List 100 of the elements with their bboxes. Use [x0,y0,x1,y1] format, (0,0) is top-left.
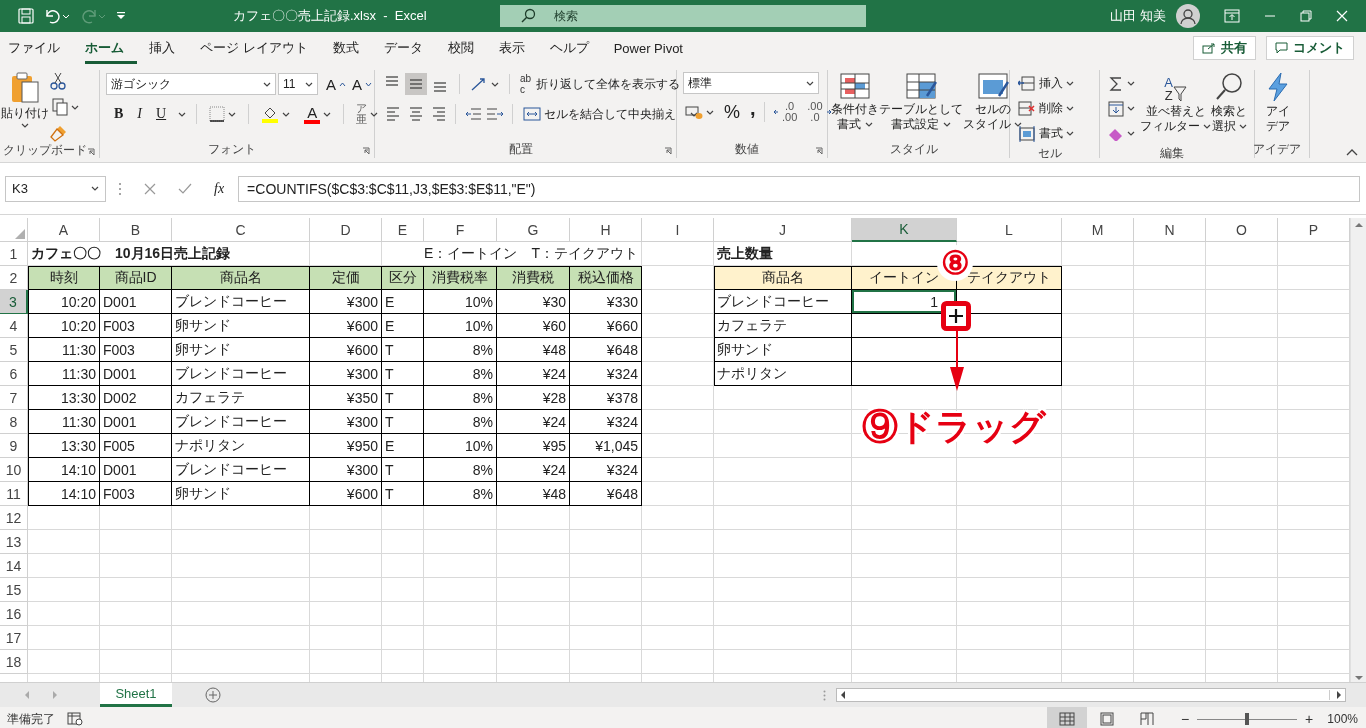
scroll-right-icon[interactable] [1336,691,1342,699]
italic-button[interactable]: I [135,103,144,125]
font-color-button[interactable]: A [302,103,334,125]
zoom-slider-thumb[interactable] [1245,712,1250,725]
launcher-icon[interactable] [664,147,672,155]
decrease-font-button[interactable]: A [350,73,375,95]
split-handle-icon[interactable] [823,689,826,701]
column-header[interactable]: L [957,218,1062,242]
align-button[interactable] [405,73,427,95]
cut-icon[interactable] [50,72,66,90]
zoom-in-button[interactable]: + [1305,711,1314,727]
avatar-icon[interactable] [1176,4,1200,28]
phonetic-button[interactable]: ア 亜 [354,103,381,125]
increase-indent-icon[interactable] [486,105,504,123]
row-number[interactable]: 5 [0,338,28,362]
column-header[interactable]: O [1206,218,1278,242]
menu-tab[interactable]: 校閲 [447,32,487,64]
row-number[interactable]: 15 [0,578,28,602]
number-format-field[interactable]: 標準 [683,72,819,94]
font-name-field[interactable]: 游ゴシック [106,73,276,95]
macro-record-icon[interactable] [67,712,83,726]
scroll-up-icon[interactable] [1354,222,1363,228]
ribbon-display-icon[interactable] [1224,9,1240,23]
restore-icon[interactable] [1300,10,1312,22]
percent-button[interactable]: % [722,101,742,123]
column-header[interactable]: G [497,218,570,242]
collapse-icon[interactable] [1346,149,1358,156]
underline-button[interactable]: U [154,103,169,125]
row-number[interactable]: 14 [0,554,28,578]
row-number[interactable]: 11 [0,482,28,506]
enter-icon[interactable] [178,182,192,195]
column-header[interactable]: A [28,218,100,242]
row-number[interactable]: 7 [0,386,28,410]
column-header[interactable]: C [172,218,310,242]
customize-icon[interactable] [116,12,126,20]
column-header[interactable]: F [424,218,497,242]
row-number[interactable]: 9 [0,434,28,458]
column-header[interactable]: B [100,218,172,242]
comment-button[interactable]: コメント [1266,36,1354,60]
column-header[interactable]: J [714,218,852,242]
column-header[interactable]: M [1062,218,1134,242]
menu-tab[interactable]: ヘルプ [549,32,602,64]
formula-field[interactable]: =COUNTIFS($C$3:$C$11,J3,$E$3:$E$11,"E") [238,175,1360,202]
row-number[interactable]: 8 [0,410,28,434]
row-number[interactable]: 3 [0,290,28,314]
share-button[interactable]: 共有 [1193,36,1256,60]
save-icon[interactable] [18,8,34,24]
row-number[interactable]: 17 [0,626,28,650]
undo-icon[interactable] [44,8,70,24]
zoom-level[interactable]: 100% [1327,712,1358,726]
comma-button[interactable]: , [748,101,758,123]
row-number[interactable]: 16 [0,602,28,626]
column-header[interactable]: H [570,218,642,242]
format-painter-icon[interactable] [50,124,68,142]
format-button[interactable]: 書式 [1016,122,1076,145]
view-button[interactable] [1046,707,1087,728]
column-header[interactable]: P [1278,218,1350,242]
column-header[interactable]: K [852,218,957,242]
name-box[interactable]: K3 [5,175,106,202]
row-number[interactable]: 18 [0,650,28,674]
row-number[interactable]: 2 [0,266,28,290]
menu-tab[interactable]: 挿入 [149,32,188,64]
menu-tab[interactable]: 表示 [498,32,538,64]
menu-tab[interactable]: ページ レイアウト [200,32,321,64]
row-number[interactable]: 12 [0,506,28,530]
menu-tab[interactable]: Power Pivot [613,32,696,64]
select-all-icon[interactable] [15,229,25,239]
row-number[interactable]: 1 [0,242,28,266]
cancel-icon[interactable] [144,182,156,195]
row-number[interactable]: 6 [0,362,28,386]
format-as-table-button[interactable]: テーブルとして 書式設定 [879,70,963,140]
insert-function-button[interactable]: fx [214,180,225,197]
sheet-tab[interactable]: Sheet1 [100,682,172,707]
launcher-icon[interactable] [362,147,370,155]
add-sheet-icon[interactable] [205,687,221,703]
column-header[interactable]: E [382,218,424,242]
increase-font-button[interactable]: A [324,73,348,95]
increase-decimal-button[interactable]: .0 .00 [771,101,800,123]
search-field[interactable]: 検索 [500,5,866,27]
menu-tab[interactable]: 数式 [332,32,372,64]
launcher-icon[interactable] [87,148,95,156]
column-header[interactable]: I [642,218,714,242]
ideas-button[interactable]: アイ デア [1258,70,1298,140]
align-center-icon[interactable] [407,105,425,123]
row-number[interactable]: 10 [0,458,28,482]
column-header[interactable]: D [310,218,382,242]
menu-tab[interactable]: ファイル [8,32,73,64]
menu-tab[interactable]: データ [383,32,436,64]
merge-button[interactable]: セルを結合して中央揃え [521,103,700,125]
column-header[interactable]: N [1134,218,1206,242]
close-icon[interactable] [1336,10,1348,22]
row-number[interactable]: 4 [0,314,28,338]
launcher-icon[interactable] [815,147,823,155]
decrease-indent-icon[interactable] [464,105,482,123]
zoom-out-button[interactable]: − [1180,711,1190,727]
bold-button[interactable]: B [112,103,126,125]
font-size-field[interactable]: 11 [278,73,318,95]
sort-filter-button[interactable]: A Z 並べ替えと フィルター [1140,70,1212,145]
scroll-left-icon[interactable] [840,691,846,699]
copy-button[interactable] [50,96,81,118]
